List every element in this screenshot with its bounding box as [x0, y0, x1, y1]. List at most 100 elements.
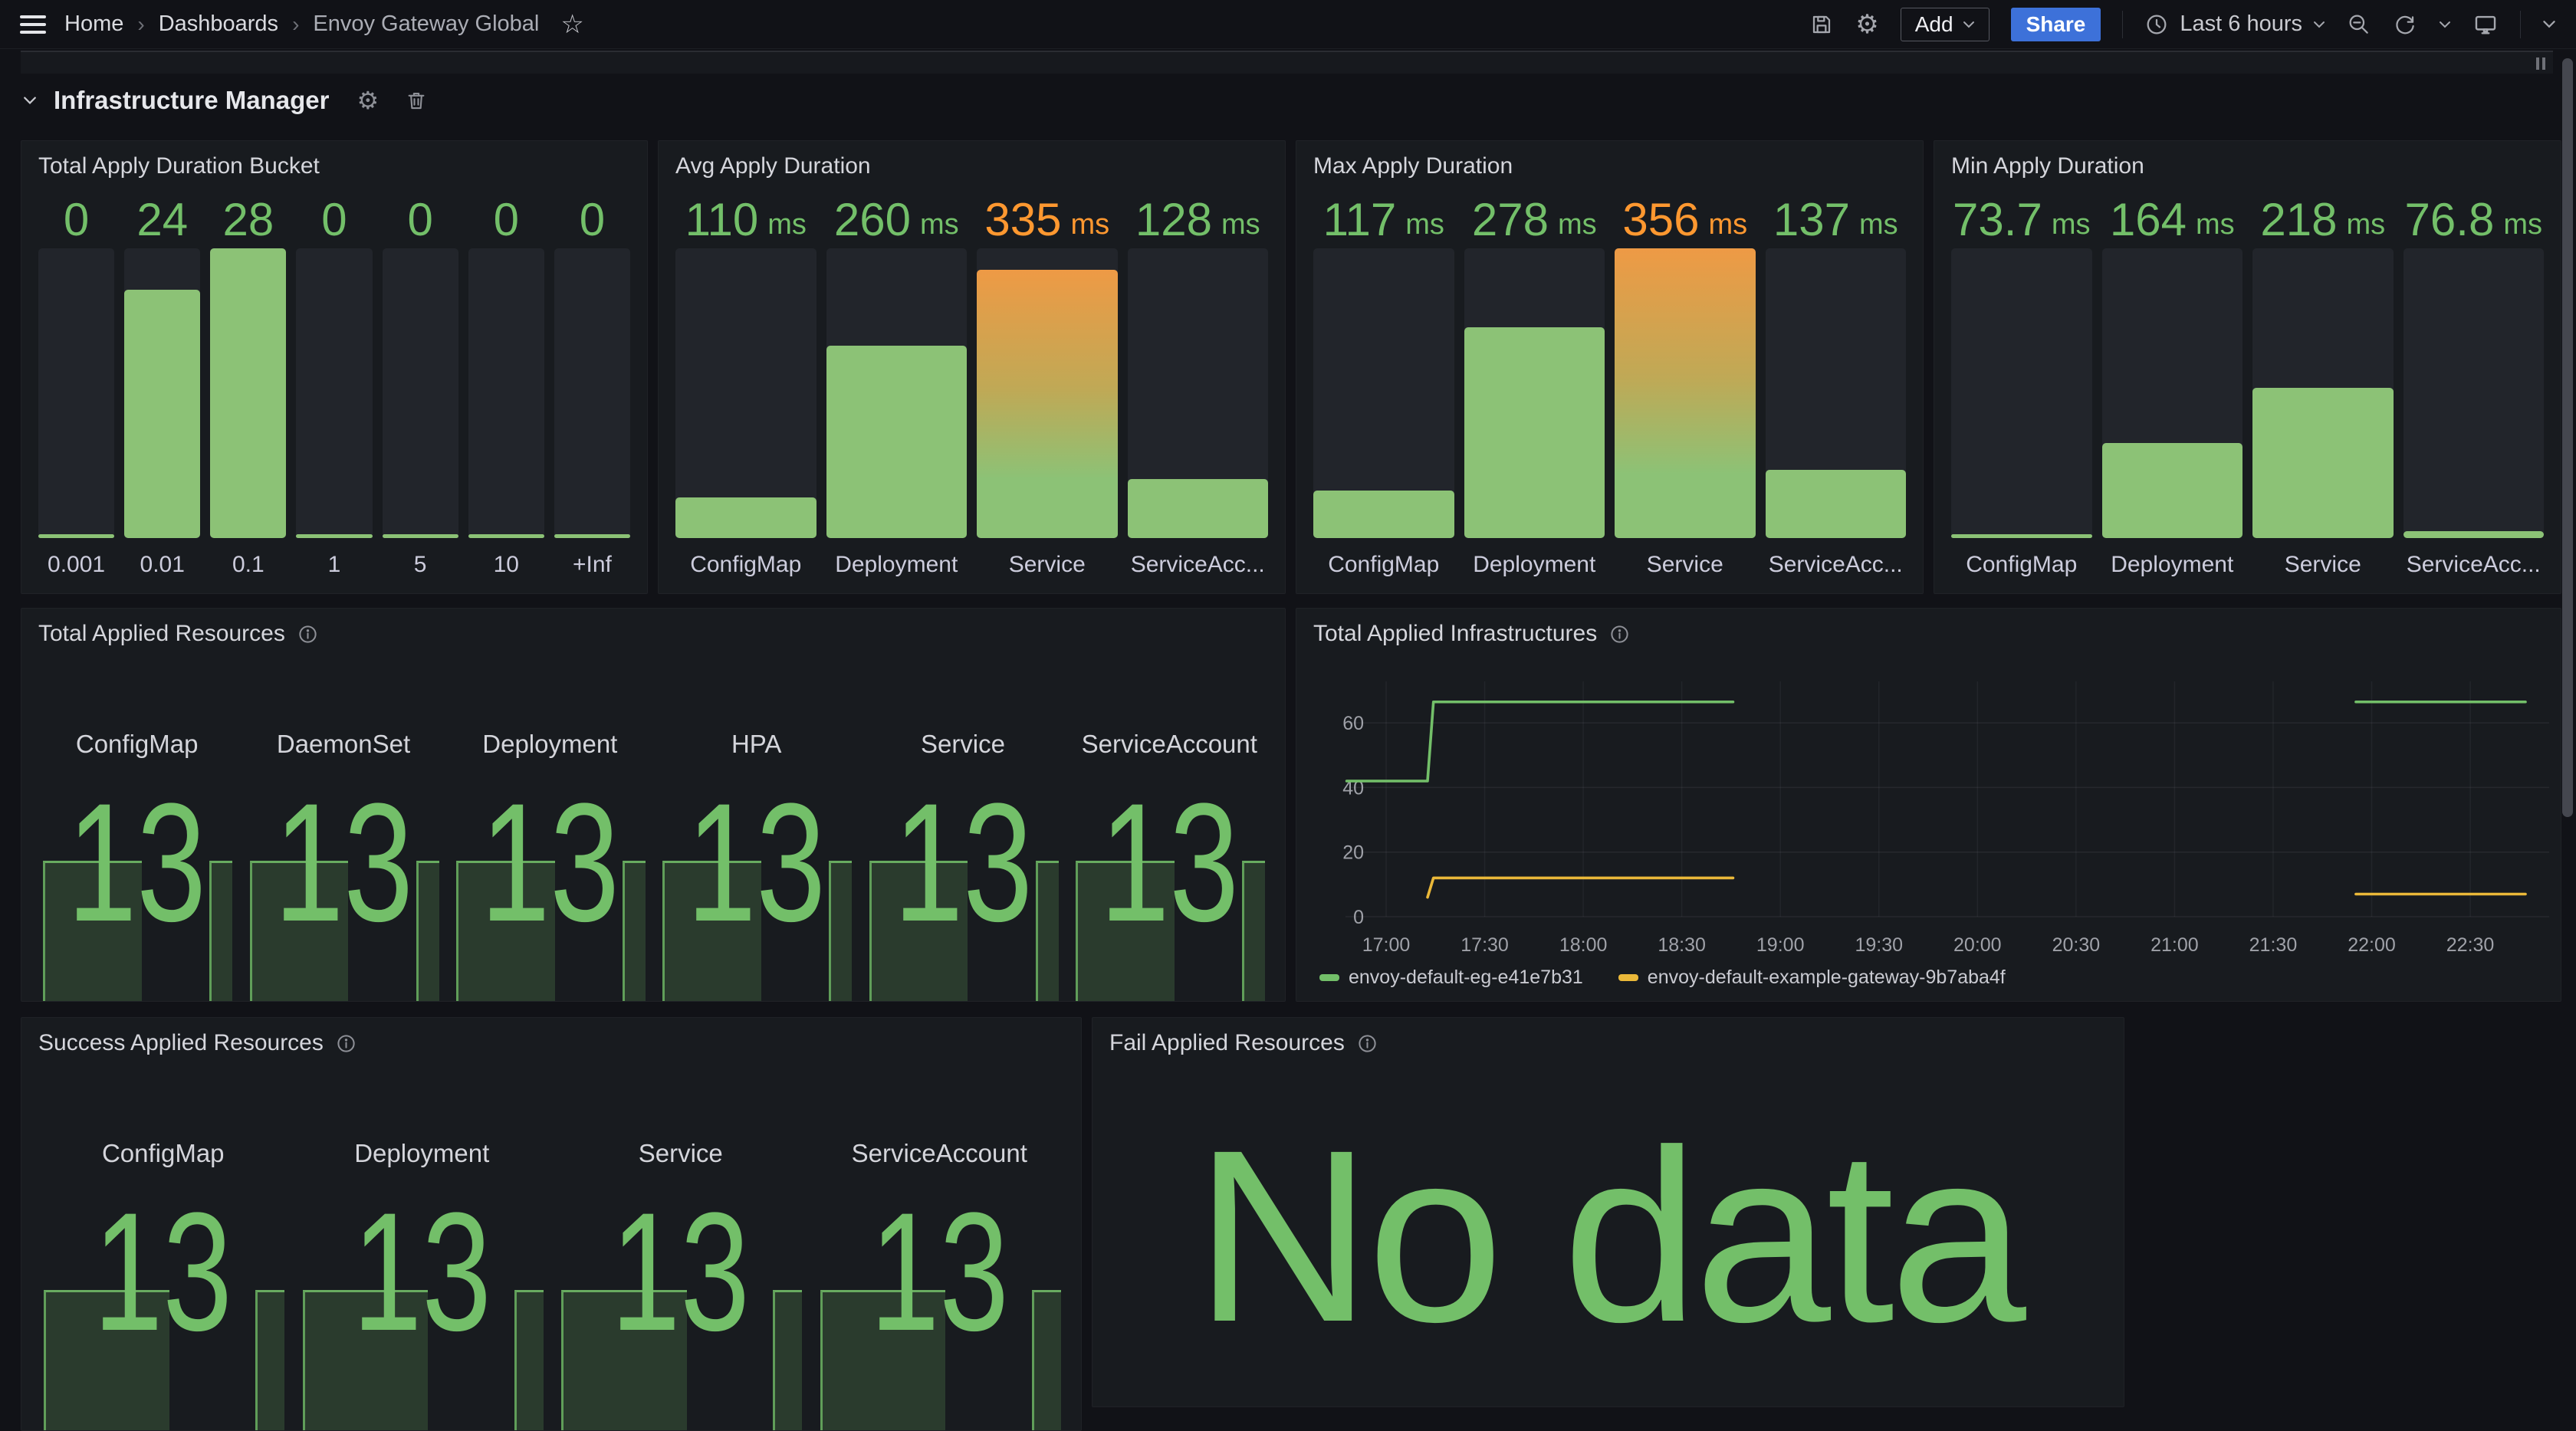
panel-title[interactable]: Min Apply Duration: [1951, 153, 2144, 179]
gauge-category-label: +Inf: [554, 538, 630, 583]
gauge-value: 0: [296, 190, 372, 248]
time-range-picker[interactable]: Last 6 hours: [2144, 11, 2325, 37]
gauge-value-number: 0: [321, 193, 347, 246]
bar-track: [296, 248, 372, 538]
dashboard-settings-icon[interactable]: ⚙: [1855, 11, 1878, 38]
gauge-column: 05: [383, 190, 458, 583]
bar-track: [2404, 248, 2545, 538]
row-title[interactable]: Infrastructure Manager: [54, 86, 329, 115]
gauge-value: 278ms: [1464, 190, 1605, 248]
gauge-column: 010: [468, 190, 544, 583]
gauge-value: 260ms: [826, 190, 968, 248]
share-button[interactable]: Share: [2011, 8, 2101, 41]
bar-track: [675, 248, 816, 538]
panel-fail-applied-resources: Fail Applied Resources No data: [1092, 1017, 2124, 1407]
bar-track: [1615, 248, 1756, 538]
bar-track: [1766, 248, 1907, 538]
panel-title[interactable]: Total Applied Resources: [38, 621, 318, 647]
gauge-value-unit: ms: [1708, 198, 1747, 241]
bar-track: [124, 248, 200, 538]
stat-value: 13: [297, 1145, 547, 1398]
row-delete-trash-icon[interactable]: [405, 89, 428, 112]
breadcrumb-home[interactable]: Home: [64, 11, 123, 37]
stat-value-text: 13: [1100, 736, 1239, 989]
chevron-down-icon: [1963, 21, 1975, 28]
stat-cell[interactable]: Deployment13: [452, 662, 649, 1001]
gauge-value-number: 278: [1472, 193, 1549, 246]
stat-cell[interactable]: ConfigMap13: [38, 1072, 288, 1430]
gauge-value: 0: [554, 190, 630, 248]
bar-fill: [1615, 248, 1756, 538]
y-axis-tick-label: 20: [1342, 842, 1364, 864]
panel-avg-apply-duration: Avg Apply Duration 110msConfigMap260msDe…: [658, 140, 1286, 594]
row-settings-gear-icon[interactable]: ⚙: [356, 88, 379, 113]
stat-cell[interactable]: HPA13: [658, 662, 855, 1001]
gauge-value-number: 28: [222, 193, 274, 246]
panel-success-applied-resources: Success Applied Resources ConfigMap13Dep…: [21, 1017, 1082, 1431]
time-series-chart[interactable]: 020406017:0017:3018:0018:3019:0019:3020:…: [1296, 609, 2562, 1003]
panel-title[interactable]: Success Applied Resources: [38, 1030, 356, 1056]
stat-cell[interactable]: ServiceAccount13: [1071, 662, 1268, 1001]
stat-cell[interactable]: Deployment13: [297, 1072, 547, 1430]
add-button[interactable]: Add: [1901, 8, 1990, 41]
gauge-value: 356ms: [1615, 190, 1756, 248]
info-icon[interactable]: [1609, 624, 1630, 645]
gauge-value-number: 260: [834, 193, 911, 246]
x-axis-tick-label: 22:00: [2348, 934, 2396, 956]
save-dashboard-icon[interactable]: [1809, 12, 1834, 37]
bar-gauge-chart: 117msConfigMap278msDeployment356msServic…: [1313, 190, 1906, 583]
gauge-column: 356msService: [1615, 190, 1756, 583]
gauge-column: 278msDeployment: [1464, 190, 1605, 583]
refresh-icon[interactable]: [2393, 12, 2417, 37]
legend-item[interactable]: envoy-default-eg-e41e7b31: [1319, 967, 1583, 989]
bar-fill: [1313, 491, 1454, 538]
bar-fill: [210, 248, 286, 538]
gauge-value: 128ms: [1128, 190, 1269, 248]
tv-mode-icon[interactable]: [2472, 11, 2499, 38]
page-scrollbar-thumb[interactable]: [2562, 58, 2573, 817]
gauge-category-label: ServiceAcc...: [2404, 538, 2545, 583]
menu-icon[interactable]: [20, 15, 46, 34]
gauge-category-label: 5: [383, 538, 458, 583]
gauge-value: 76.8ms: [2404, 190, 2545, 248]
breadcrumb-separator: ›: [292, 12, 299, 37]
stat-value-text: 13: [274, 736, 412, 989]
nav-more-chevron-icon[interactable]: [2542, 20, 2556, 28]
bar-fill: [826, 346, 968, 538]
stat-cell[interactable]: DaemonSet13: [245, 662, 442, 1001]
panel-title[interactable]: Fail Applied Resources: [1109, 1030, 1378, 1056]
bar-track: [1464, 248, 1605, 538]
zoom-out-icon[interactable]: [2347, 12, 2371, 37]
info-icon[interactable]: [1357, 1033, 1378, 1054]
panel-title[interactable]: Avg Apply Duration: [675, 153, 871, 179]
stat-cell[interactable]: ServiceAccount13: [815, 1072, 1065, 1430]
bar-fill: [38, 534, 114, 538]
refresh-interval-chevron-icon[interactable]: [2439, 21, 2451, 28]
stat-grid: ConfigMap13DaemonSet13Deployment13HPA13S…: [38, 662, 1268, 1001]
gauge-value-unit: ms: [2052, 198, 2091, 241]
breadcrumb-current-dashboard: Envoy Gateway Global: [313, 11, 539, 37]
gauge-category-label: 0.001: [38, 538, 114, 583]
stat-cell[interactable]: ConfigMap13: [38, 662, 235, 1001]
panel-resize-handle[interactable]: [2536, 57, 2545, 70]
x-axis-tick-label: 19:00: [1756, 934, 1805, 956]
legend-item[interactable]: envoy-default-example-gateway-9b7aba4f: [1618, 967, 2006, 989]
stat-cell[interactable]: Service13: [864, 662, 1061, 1001]
favorite-star-icon[interactable]: ☆: [560, 9, 583, 40]
gauge-value-unit: ms: [1859, 198, 1898, 241]
bar-fill: [124, 290, 200, 538]
panel-title[interactable]: Total Apply Duration Bucket: [38, 153, 320, 179]
gauge-column: 73.7msConfigMap: [1951, 190, 2092, 583]
chevron-down-icon: [2313, 21, 2325, 28]
stat-value-text: 13: [611, 1145, 750, 1398]
panel-title[interactable]: Max Apply Duration: [1313, 153, 1513, 179]
gauge-category-label: Service: [2252, 538, 2394, 583]
info-icon[interactable]: [336, 1033, 356, 1054]
stat-cell[interactable]: Service13: [556, 1072, 806, 1430]
row-collapse-chevron-icon[interactable]: [23, 96, 37, 105]
x-axis-tick-label: 19:30: [1855, 934, 1903, 956]
stat-value-text: 13: [893, 736, 1032, 989]
panel-title[interactable]: Total Applied Infrastructures: [1313, 621, 1630, 647]
info-icon[interactable]: [297, 624, 318, 645]
breadcrumb-dashboards[interactable]: Dashboards: [159, 11, 278, 37]
